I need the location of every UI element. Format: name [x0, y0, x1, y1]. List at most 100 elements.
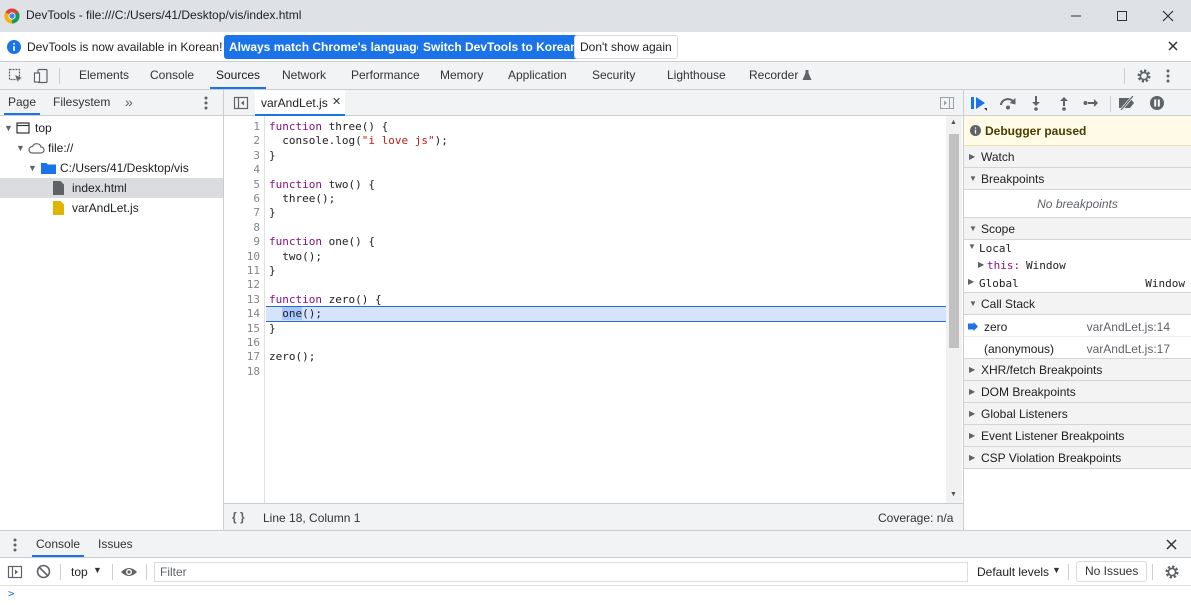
tab-filesystem[interactable]: Filesystem: [53, 90, 110, 115]
section-call-stack[interactable]: ▼ Call Stack: [964, 293, 1191, 315]
section-xhr-breakpoints[interactable]: ▶ XHR/fetch Breakpoints: [964, 359, 1191, 381]
frame-location[interactable]: varAndLet.js:14: [1087, 320, 1170, 334]
code-line[interactable]: function zero() {: [269, 293, 382, 307]
code-area[interactable]: function three() { console.log("i love j…: [224, 116, 946, 503]
context-selector[interactable]: top ▼: [66, 558, 106, 586]
deactivate-breakpoints-icon[interactable]: [1117, 93, 1137, 113]
tree-item-varandlet-js[interactable]: varAndLet.js: [0, 198, 223, 218]
close-drawer-icon[interactable]: [1166, 539, 1177, 550]
section-breakpoints[interactable]: ▼ Breakpoints: [964, 168, 1191, 190]
code-line[interactable]: console.log("i love js");: [269, 134, 448, 148]
drawer-tab-issues[interactable]: Issues: [98, 531, 133, 557]
close-window-button[interactable]: [1145, 0, 1191, 32]
tab-performance[interactable]: Performance: [351, 62, 420, 89]
tree-label: top: [35, 121, 52, 135]
clear-console-icon[interactable]: [36, 564, 51, 579]
expanded-arrow-icon: ▼: [969, 224, 977, 233]
scope-global[interactable]: ▶ Global Window: [964, 274, 1191, 293]
expanded-arrow-icon: ▼: [969, 174, 977, 183]
step-over-icon[interactable]: [998, 93, 1018, 113]
console-filter-input[interactable]: Filter: [154, 562, 968, 582]
close-file-tab-icon[interactable]: ✕: [332, 95, 341, 108]
tab-recorder[interactable]: Recorder: [749, 62, 798, 89]
step-into-icon[interactable]: [1026, 93, 1046, 113]
always-match-language-button[interactable]: Always match Chrome's language: [224, 35, 429, 59]
code-line[interactable]: }: [269, 206, 276, 220]
tab-security[interactable]: Security: [592, 62, 635, 89]
no-breakpoints-message: No breakpoints: [964, 190, 1191, 218]
code-line[interactable]: function one() {: [269, 235, 375, 249]
tab-memory[interactable]: Memory: [440, 62, 483, 89]
tab-console[interactable]: Console: [150, 62, 194, 89]
coverage-status[interactable]: Coverage: n/a: [878, 511, 953, 525]
editor-file-tab[interactable]: varAndLet.js ✕: [255, 90, 345, 116]
editor-scrollbar-thumb[interactable]: [949, 134, 959, 348]
scroll-up-arrow-icon[interactable]: ▲: [950, 119, 957, 126]
pretty-print-icon[interactable]: { }: [232, 510, 245, 524]
call-frame-zero[interactable]: zero varAndLet.js:14: [964, 315, 1191, 337]
code-line[interactable]: }: [269, 149, 276, 163]
tree-item-origin[interactable]: ▼ file://: [0, 138, 223, 158]
device-toolbar-icon[interactable]: [33, 68, 49, 84]
minimize-button[interactable]: [1053, 0, 1099, 32]
toolbar-divider: [146, 564, 147, 580]
section-event-listener-breakpoints[interactable]: ▶ Event Listener Breakpoints: [964, 425, 1191, 447]
tree-item-top[interactable]: ▼ top: [0, 118, 223, 138]
section-scope[interactable]: ▼ Scope: [964, 218, 1191, 240]
section-csp-violation-breakpoints[interactable]: ▶ CSP Violation Breakpoints: [964, 447, 1191, 469]
collapsed-arrow-icon: ▶: [978, 260, 985, 269]
tab-sources[interactable]: Sources: [209, 62, 267, 89]
inspect-element-icon[interactable]: [8, 68, 24, 84]
tab-elements[interactable]: Elements: [79, 62, 129, 89]
tab-page[interactable]: Page: [3, 90, 41, 115]
tree-item-index-html[interactable]: index.html: [0, 178, 223, 198]
call-frame-anonymous[interactable]: (anonymous) varAndLet.js:17: [964, 337, 1191, 359]
toggle-debugger-sidebar-icon[interactable]: [940, 96, 954, 110]
tree-item-folder[interactable]: ▼ C:/Users/41/Desktop/vis: [0, 158, 223, 178]
more-tabs-chevron-icon[interactable]: »: [125, 95, 133, 109]
drawer-menu-icon[interactable]: [13, 537, 17, 553]
dont-show-again-button[interactable]: Don't show again: [574, 35, 678, 59]
code-line[interactable]: three();: [269, 192, 335, 206]
code-line[interactable]: two();: [269, 250, 322, 264]
frame-location[interactable]: varAndLet.js:17: [1087, 342, 1170, 356]
live-expression-eye-icon[interactable]: [120, 565, 138, 579]
resume-button-icon[interactable]: [969, 93, 989, 113]
console-settings-gear-icon[interactable]: [1164, 564, 1180, 580]
navigator-menu-icon[interactable]: [204, 95, 208, 111]
step-out-icon[interactable]: [1054, 93, 1074, 113]
settings-gear-icon[interactable]: [1136, 68, 1152, 84]
maximize-button[interactable]: [1099, 0, 1145, 32]
scope-local[interactable]: ▼ Local: [964, 240, 1191, 257]
section-global-listeners[interactable]: ▶ Global Listeners: [964, 403, 1191, 425]
code-line[interactable]: zero();: [269, 350, 315, 364]
section-dom-breakpoints[interactable]: ▶ DOM Breakpoints: [964, 381, 1191, 403]
code-line[interactable]: one();: [269, 307, 322, 321]
pause-on-exceptions-icon[interactable]: [1147, 93, 1167, 113]
tab-lighthouse[interactable]: Lighthouse: [667, 62, 726, 89]
switch-to-korean-button[interactable]: Switch DevTools to Korean: [418, 35, 583, 59]
scope-local-label: Local: [979, 242, 1013, 255]
code-line[interactable]: }: [269, 322, 276, 336]
scope-this-entry[interactable]: ▶ this: Window: [964, 257, 1191, 274]
tab-network[interactable]: Network: [282, 62, 326, 89]
toggle-navigator-icon[interactable]: [233, 95, 249, 111]
tab-application[interactable]: Application: [508, 62, 567, 89]
code-line[interactable]: function three() {: [269, 120, 388, 134]
log-levels-dropdown[interactable]: Default levels ▼: [977, 558, 1067, 586]
issues-counter-button[interactable]: No Issues: [1076, 561, 1148, 582]
step-icon[interactable]: [1081, 93, 1101, 113]
close-infobar-icon[interactable]: [1168, 41, 1178, 51]
console-prompt[interactable]: >: [8, 587, 15, 600]
section-watch[interactable]: ▶ Watch: [964, 146, 1191, 168]
frame-name: zero: [984, 320, 1008, 334]
console-sidebar-toggle-icon[interactable]: [7, 564, 23, 580]
more-options-icon[interactable]: [1166, 68, 1170, 84]
section-title: Breakpoints: [981, 172, 1045, 186]
code-line[interactable]: function two() {: [269, 178, 375, 192]
code-line[interactable]: }: [269, 264, 276, 278]
frame-icon: [16, 122, 30, 134]
drawer-tab-console[interactable]: Console: [31, 531, 85, 557]
toolbar-divider: [112, 564, 113, 580]
scroll-down-arrow-icon[interactable]: ▼: [950, 491, 957, 498]
